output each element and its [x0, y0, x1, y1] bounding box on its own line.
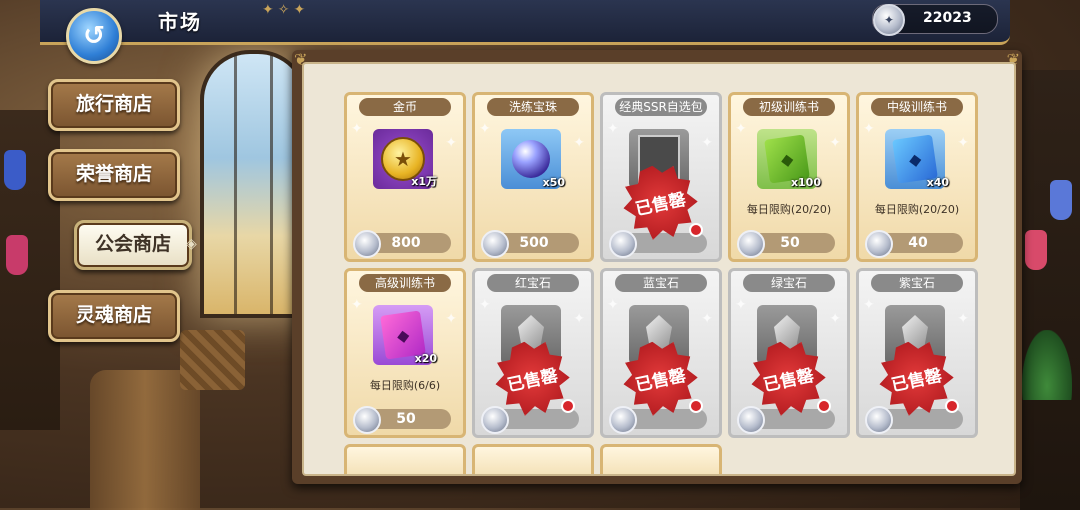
price-bar: 40: [865, 230, 963, 258]
stamp-dot-icon: [689, 223, 703, 237]
item-price: 40: [908, 235, 928, 251]
tab-guild-shop[interactable]: 公会商店: [74, 220, 192, 270]
background-right-shelf: [1020, 70, 1080, 510]
back-button[interactable]: ↺: [66, 8, 122, 64]
item-quantity: x1万: [411, 175, 437, 188]
silver-medal-icon: [609, 230, 637, 258]
item-title: 洗练宝珠: [487, 98, 579, 116]
sparkle-icon: ✦: [863, 121, 875, 137]
background-plant: [1022, 330, 1072, 400]
price-bar: 50: [737, 230, 835, 258]
item-quantity: x50: [542, 176, 565, 189]
silver-medal-icon: [609, 406, 637, 434]
stamp-dot-icon: [817, 399, 831, 413]
back-arrow-icon: ↺: [83, 21, 105, 51]
item-quantity: x100: [790, 176, 821, 189]
sparkle-icon: ✦: [479, 297, 491, 313]
shop-item-card[interactable]: ✦ ✦ 洗练宝珠 x50 500: [472, 92, 594, 262]
silver-medal-icon: ✦: [873, 4, 905, 36]
shop-item-card-partial[interactable]: [472, 444, 594, 474]
shop-item-card-partial[interactable]: [600, 444, 722, 474]
item-title: 高级训练书: [359, 274, 451, 292]
background-bottle: [1050, 180, 1072, 220]
item-price: 800: [391, 235, 421, 251]
page-title: 市场: [158, 10, 202, 34]
sparkle-icon: ✦: [701, 311, 713, 327]
title-sparkle-icon: ✦✧✦: [262, 2, 310, 18]
shop-panel: ❦ ❦ ✦ ✦ 金币 ★ x1万 800 ✦ ✦ 洗练宝珠 x50 500 ✦ ✦ 经典SSR自选包 已售罄…: [292, 50, 1022, 484]
item-title: 蓝宝石: [615, 274, 707, 292]
currency-display: ✦ 22023: [872, 4, 998, 36]
sparkle-icon: ✦: [957, 311, 969, 327]
item-price: 50: [780, 235, 800, 251]
sparkle-icon: ✦: [479, 121, 491, 137]
item-price: 500: [519, 235, 549, 251]
price-bar: 50: [353, 406, 451, 434]
shop-item-card[interactable]: ✦ ✦ 中级训练书 ◆ x40 每日限购(20/20) 40: [856, 92, 978, 262]
sparkle-icon: ✦: [607, 297, 619, 313]
gold-coin-icon: ★ x1万: [373, 129, 437, 189]
item-title: 经典SSR自选包: [615, 98, 707, 116]
item-title: 金币: [359, 98, 451, 116]
tab-soul-shop[interactable]: 灵魂商店: [48, 290, 180, 342]
silver-medal-icon: [481, 406, 509, 434]
currency-value: 22023: [923, 10, 972, 26]
stamp-dot-icon: [689, 399, 703, 413]
sparkle-icon: ✦: [445, 135, 457, 151]
green-book-icon: ◆ x100: [757, 129, 821, 189]
background-bottle: [6, 235, 28, 275]
tab-travel-shop[interactable]: 旅行商店: [48, 79, 180, 131]
silver-medal-icon: [737, 406, 765, 434]
item-quantity: x40: [926, 176, 949, 189]
price-bar: 800: [353, 230, 451, 258]
shop-item-card[interactable]: ✦ ✦ 绿宝石 已售罄: [728, 268, 850, 438]
item-price: 50: [396, 411, 416, 427]
price-bar: 500: [481, 230, 579, 258]
shop-item-card[interactable]: ✦ ✦ 蓝宝石 已售罄: [600, 268, 722, 438]
background-barrel: [90, 370, 200, 510]
sparkle-icon: ✦: [863, 297, 875, 313]
sparkle-icon: ✦: [573, 311, 585, 327]
shop-item-card[interactable]: ✦ ✦ 金币 ★ x1万 800: [344, 92, 466, 262]
background-basket: [180, 330, 245, 390]
tab-honor-shop[interactable]: 荣誉商店: [48, 149, 180, 201]
sparkle-icon: ✦: [351, 297, 363, 313]
stamp-dot-icon: [561, 399, 575, 413]
shop-item-card[interactable]: ✦ ✦ 高级训练书 ◆ x20 每日限购(6/6) 50: [344, 268, 466, 438]
shop-item-card-partial[interactable]: [344, 444, 466, 474]
item-title: 绿宝石: [743, 274, 835, 292]
sparkle-icon: ✦: [829, 135, 841, 151]
item-title: 红宝石: [487, 274, 579, 292]
item-quantity: x20: [414, 352, 437, 365]
item-grid-area[interactable]: ✦ ✦ 金币 ★ x1万 800 ✦ ✦ 洗练宝珠 x50 500 ✦ ✦ 经典SSR自选包 已售罄 ✦ ✦ 初级…: [302, 62, 1016, 476]
purple-orb-icon: x50: [501, 129, 565, 189]
sparkle-icon: ✦: [957, 135, 969, 151]
item-title: 初级训练书: [743, 98, 835, 116]
background-bottle: [1025, 230, 1047, 270]
purchase-limit: 每日限购(6/6): [369, 379, 441, 392]
sparkle-icon: ✦: [829, 311, 841, 327]
shop-item-card[interactable]: ✦ ✦ 紫宝石 已售罄: [856, 268, 978, 438]
item-title: 紫宝石: [871, 274, 963, 292]
silver-medal-icon: [865, 406, 893, 434]
purchase-limit: 每日限购(20/20): [874, 203, 960, 216]
sparkle-icon: ✦: [607, 121, 619, 137]
purple-book-icon: ◆ x20: [373, 305, 437, 365]
stamp-dot-icon: [945, 399, 959, 413]
shop-item-card[interactable]: ✦ ✦ 红宝石 已售罄: [472, 268, 594, 438]
sparkle-icon: ✦: [735, 121, 747, 137]
shop-item-card[interactable]: ✦ ✦ 经典SSR自选包 已售罄: [600, 92, 722, 262]
sparkle-icon: ✦: [351, 121, 363, 137]
background-bottle: [4, 150, 26, 190]
blue-book-icon: ◆ x40: [885, 129, 949, 189]
sparkle-icon: ✦: [701, 135, 713, 151]
item-title: 中级训练书: [871, 98, 963, 116]
active-tab-arrow-icon: ◈: [186, 236, 197, 252]
sparkle-icon: ✦: [445, 311, 457, 327]
shop-item-card[interactable]: ✦ ✦ 初级训练书 ◆ x100 每日限购(20/20) 50: [728, 92, 850, 262]
sparkle-icon: ✦: [573, 135, 585, 151]
purchase-limit: 每日限购(20/20): [746, 203, 832, 216]
sparkle-icon: ✦: [735, 297, 747, 313]
